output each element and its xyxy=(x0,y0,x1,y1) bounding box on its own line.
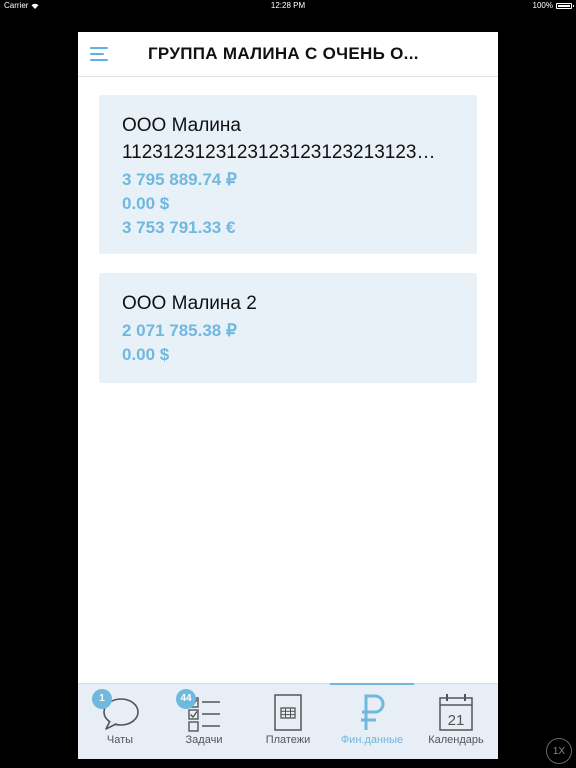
tab-bar: 1 Чаты 44 Задачи Платежи Фин.данные 21 К… xyxy=(78,683,498,759)
amount-usd: 0.00 $ xyxy=(122,194,170,213)
battery-info: 100% xyxy=(532,0,574,12)
app-window: ГРУППА МАЛИНА С ОЧЕНЬ О... ООО Малина 11… xyxy=(78,32,498,759)
tab-fin-data[interactable]: Фин.данные xyxy=(330,683,414,759)
amount-eur: 3 753 791.33 € xyxy=(122,218,236,237)
battery-percent: 100% xyxy=(532,1,553,10)
navigation-bar: ГРУППА МАЛИНА С ОЧЕНЬ О... xyxy=(78,32,498,77)
amount-rub: 2 071 785.38 ₽ xyxy=(122,321,237,340)
tab-payments[interactable]: Платежи xyxy=(246,684,330,759)
chat-bubble-icon xyxy=(78,692,162,732)
battery-icon xyxy=(556,3,574,9)
active-tab-indicator xyxy=(330,683,414,685)
scale-1x-button[interactable]: 1X xyxy=(546,738,572,764)
company-name: ООО Малина xyxy=(122,115,241,136)
company-inn: 1123123123123123123123213123123123 xyxy=(122,142,444,163)
chats-badge: 1 xyxy=(92,689,112,709)
payment-document-icon xyxy=(246,692,330,732)
amount-usd: 0.00 $ xyxy=(122,345,170,364)
company-card[interactable]: ООО Малина 11231231231231231231232131231… xyxy=(99,95,477,254)
tab-payments-label: Платежи xyxy=(265,734,311,746)
company-card[interactable]: ООО Малина 2 2 071 785.38 ₽ 0.00 $ xyxy=(99,273,477,383)
ruble-icon xyxy=(330,692,414,732)
tab-tasks-label: Задачи xyxy=(185,734,223,746)
checklist-icon xyxy=(162,692,246,732)
amount-rub: 3 795 889.74 ₽ xyxy=(122,170,237,189)
status-bar: Carrier 12:28 PM 100% xyxy=(0,0,576,12)
status-time: 12:28 PM xyxy=(270,1,306,10)
tab-chats[interactable]: 1 Чаты xyxy=(78,684,162,759)
tab-fin-data-label: Фин.данные xyxy=(340,734,404,746)
company-list: ООО Малина 11231231231231231231232131231… xyxy=(78,77,498,683)
tasks-badge: 44 xyxy=(176,689,196,709)
tab-calendar[interactable]: 21 Календарь xyxy=(414,684,498,759)
tab-calendar-label: Календарь xyxy=(428,734,484,746)
tab-tasks[interactable]: 44 Задачи xyxy=(162,684,246,759)
tab-chats-label: Чаты xyxy=(106,734,134,746)
hamburger-menu-icon[interactable] xyxy=(90,46,110,63)
calendar-day-number: 21 xyxy=(448,712,465,729)
page-title: ГРУППА МАЛИНА С ОЧЕНЬ О... xyxy=(148,44,419,63)
calendar-icon: 21 xyxy=(414,692,498,732)
company-name: ООО Малина 2 xyxy=(122,293,257,314)
